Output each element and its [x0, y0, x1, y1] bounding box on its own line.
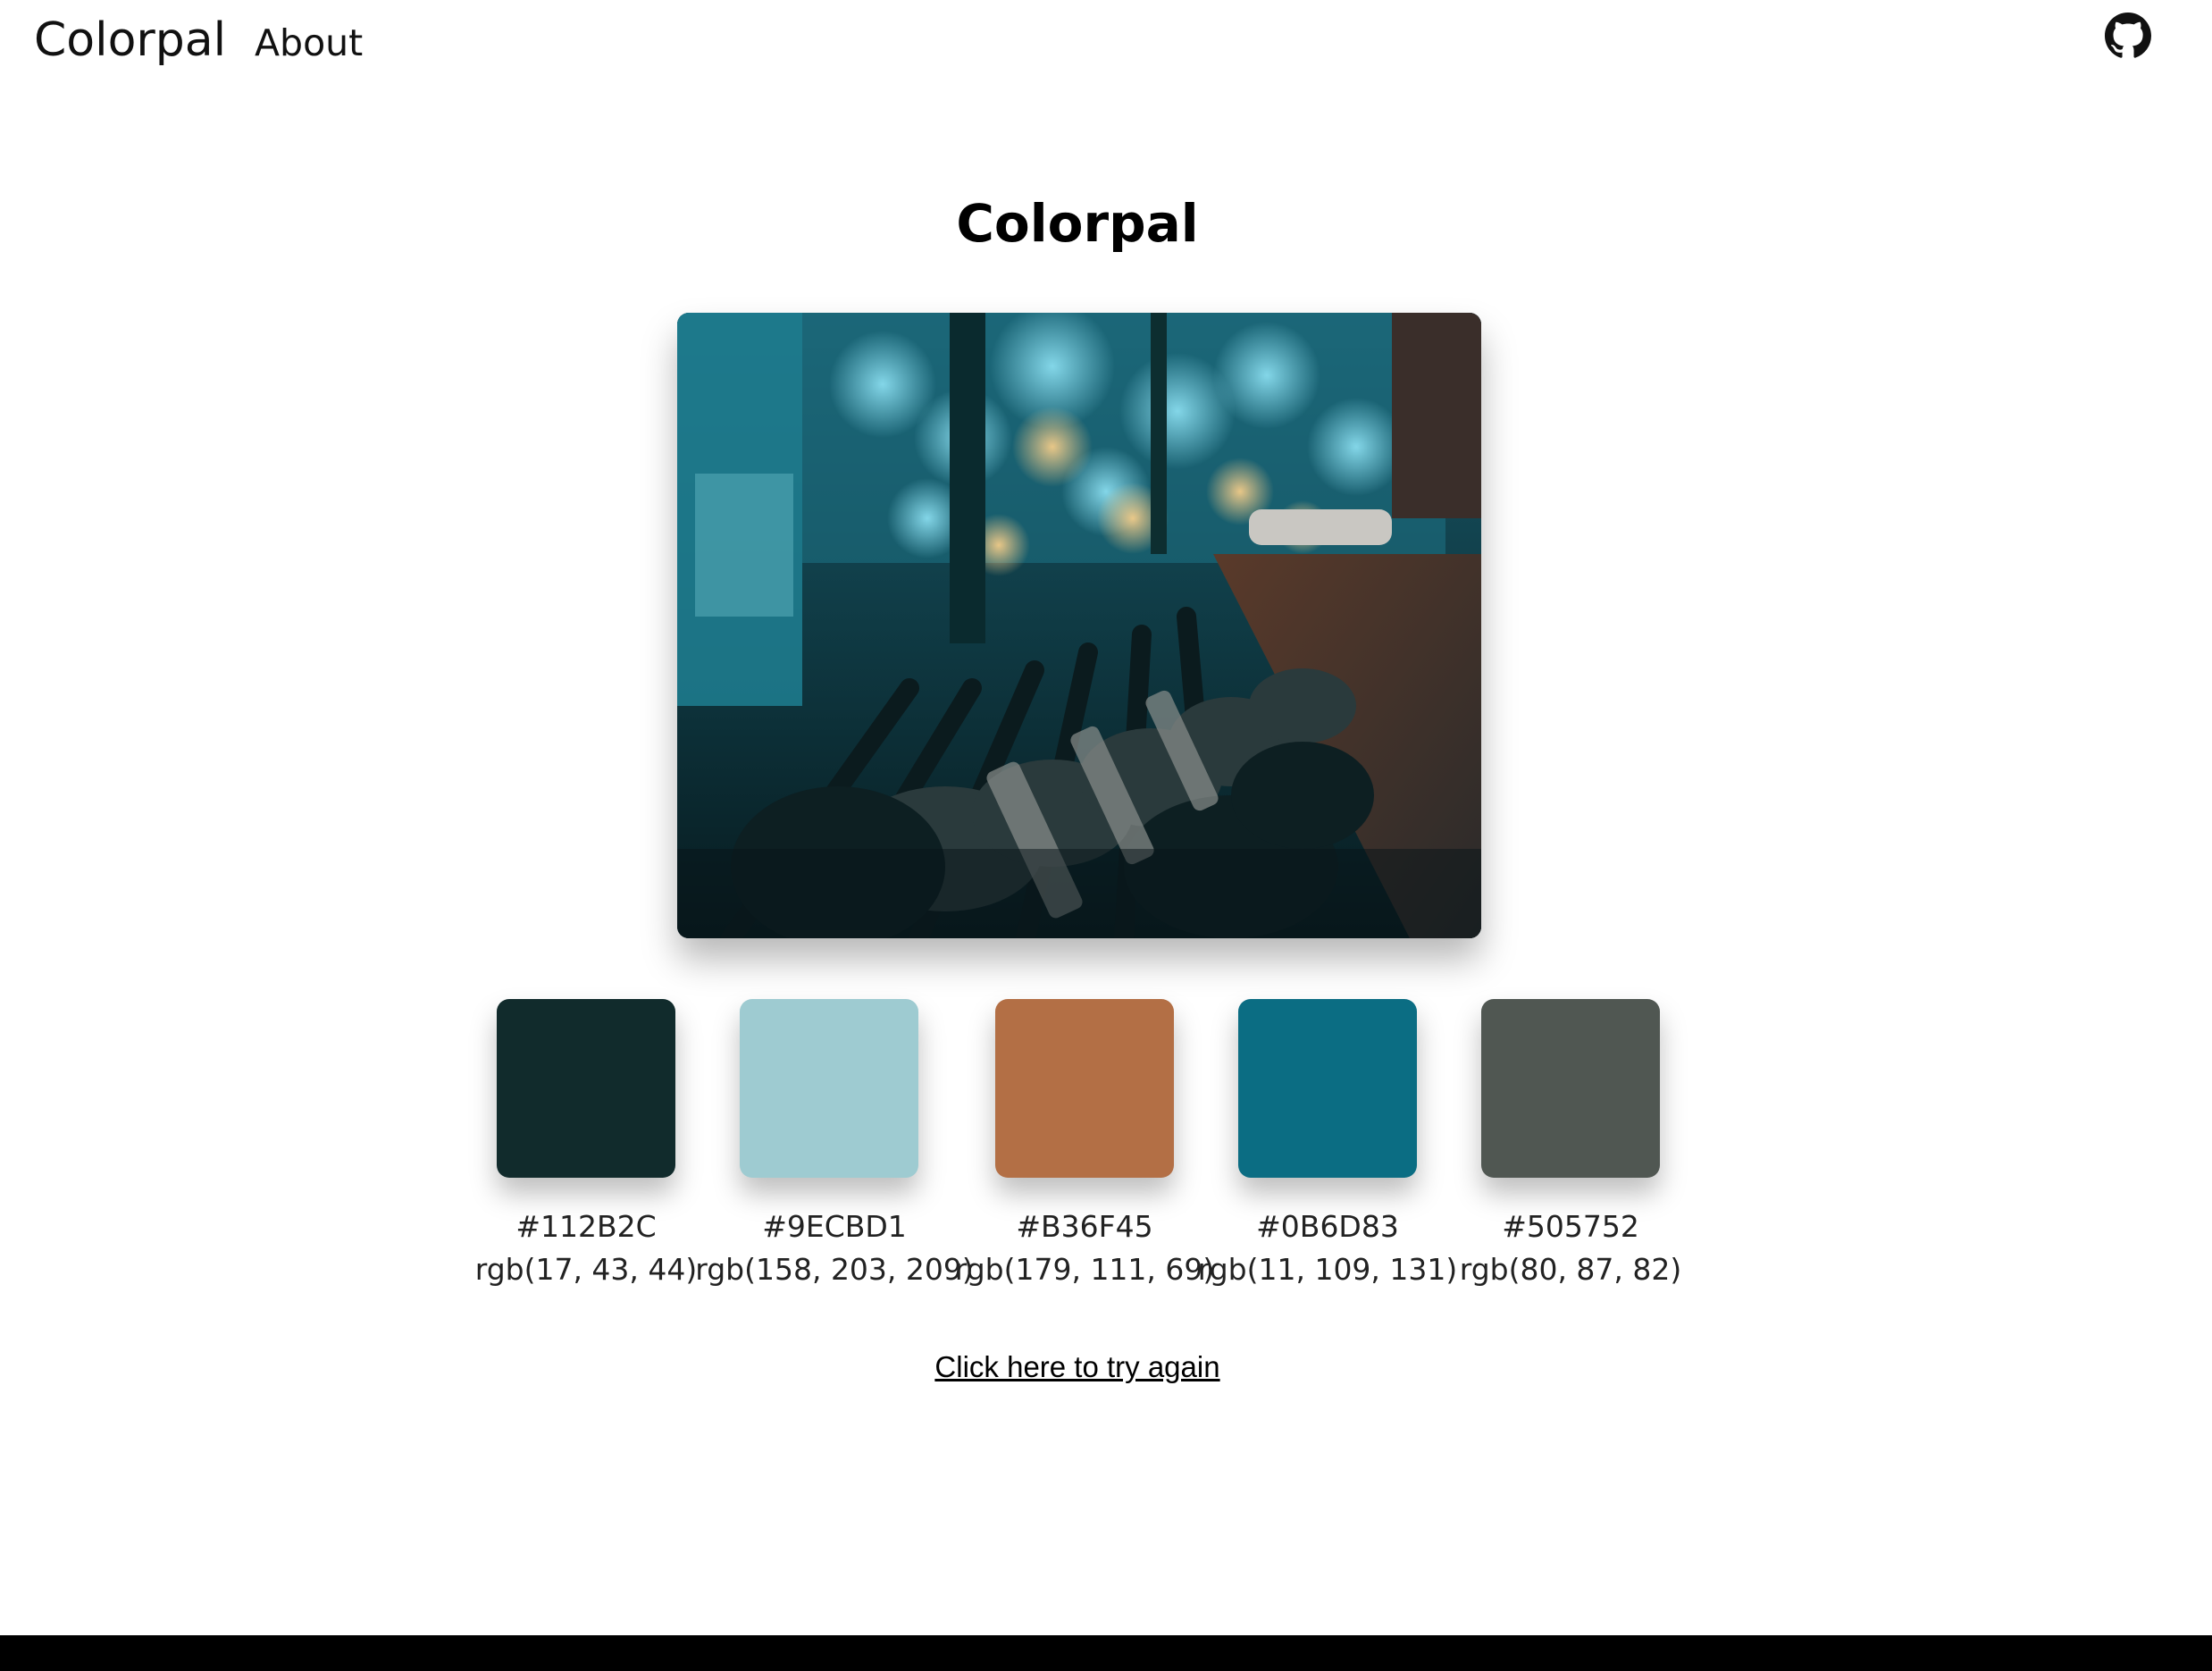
github-link[interactable] — [2105, 13, 2151, 59]
uploaded-image — [677, 313, 1481, 938]
bike-share-night-photo — [677, 313, 1481, 938]
color-swatch-1[interactable] — [497, 999, 675, 1178]
try-again-row: Click here to try again — [0, 1345, 2155, 1390]
swatch-rgb-5: rgb(80, 87, 82) — [1459, 1252, 1682, 1287]
page: Colorpal About Colorpal #112B2C rgb(17, … — [0, 0, 2212, 1671]
color-swatch-4[interactable] — [1238, 999, 1417, 1178]
color-swatch-5[interactable] — [1481, 999, 1660, 1178]
navbar: Colorpal About — [0, 0, 2212, 86]
page-title: Colorpal — [956, 193, 1199, 254]
color-swatch-2[interactable] — [740, 999, 918, 1178]
github-icon — [2105, 13, 2151, 58]
try-again-link[interactable]: Click here to try again — [934, 1350, 1219, 1383]
swatch-hex-5: #505752 — [1502, 1209, 1639, 1244]
bottom-bar — [0, 1635, 2212, 1671]
nav-about-link[interactable]: About — [255, 16, 363, 70]
color-swatch-3[interactable] — [995, 999, 1174, 1178]
brand-link[interactable]: Colorpal — [34, 9, 226, 71]
